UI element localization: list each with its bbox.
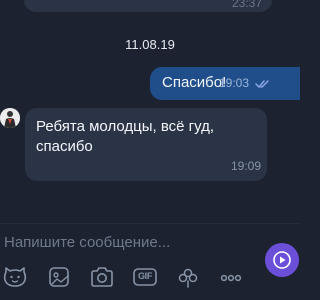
double-check-icon	[255, 80, 269, 88]
incoming-message-bubble[interactable]: Ребята молодцы, всё гуд, спасибо 19:09	[25, 108, 267, 181]
incoming-message-time: 19:09	[230, 159, 261, 173]
outgoing-message-bubble[interactable]: Спасибо! 19:03	[150, 67, 300, 100]
outgoing-message-text: Спасибо!	[162, 74, 227, 91]
send-icon	[273, 251, 291, 269]
previous-message-time: 23:37	[231, 0, 262, 10]
incoming-message-text: Ребята молодцы, всё гуд, спасибо	[36, 118, 215, 155]
date-separator: 11.08.19	[125, 37, 175, 52]
send-button[interactable]	[265, 243, 299, 277]
camera-icon[interactable]	[89, 264, 115, 290]
gif-icon[interactable]: GIF	[132, 264, 158, 290]
flower-icon[interactable]	[175, 264, 201, 290]
avatar-photo	[0, 108, 20, 128]
emoji-icon[interactable]	[2, 264, 28, 290]
avatar[interactable]	[0, 108, 20, 128]
sticker-icon[interactable]	[46, 264, 72, 290]
outgoing-message-time: 19:03	[219, 76, 250, 90]
chat-screen: 23:37 11.08.19 Спасибо! 19:03 Ребята мол…	[0, 0, 300, 300]
gif-label: GIF	[137, 271, 153, 281]
previous-message-bubble[interactable]: 23:37	[24, 0, 272, 12]
message-input[interactable]: Напишите сообщение...	[4, 233, 234, 253]
composer-divider	[0, 223, 300, 224]
more-icon[interactable]	[218, 264, 244, 290]
